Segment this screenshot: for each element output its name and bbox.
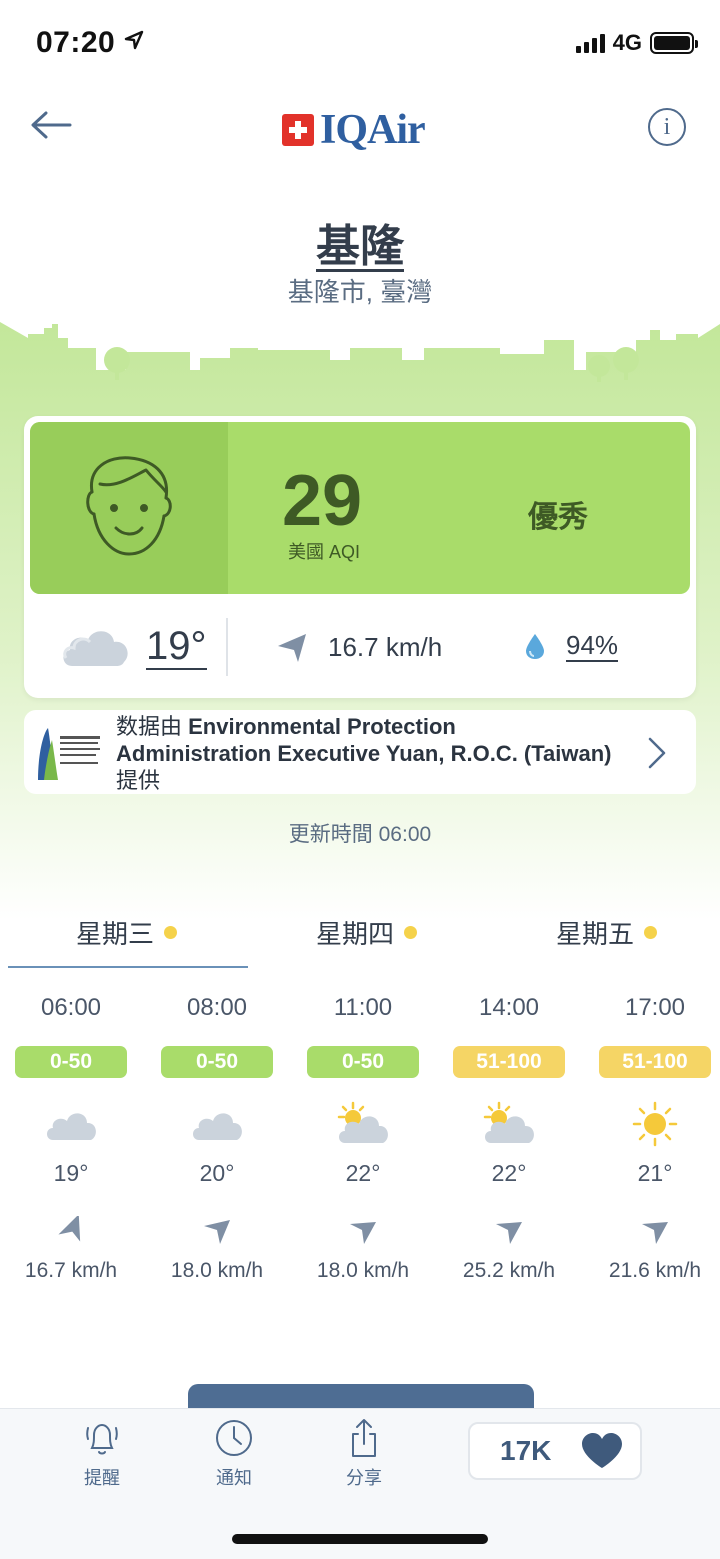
weather-divider	[226, 618, 228, 676]
aqi-range-badge: 51-100	[453, 1046, 565, 1078]
aqi-unit: 美國 AQI	[288, 542, 361, 562]
network-label: 4G	[612, 30, 642, 55]
city-title[interactable]: 基隆	[0, 210, 720, 274]
info-icon[interactable]: i	[648, 108, 686, 146]
cloud-icon	[43, 1098, 99, 1150]
hour-temp: 22°	[491, 1160, 527, 1186]
city-name[interactable]: 基隆	[316, 222, 404, 271]
aqi-dot	[404, 926, 418, 939]
hour-wind: 18.0 km/h	[170, 1259, 264, 1282]
cloud-icon	[189, 1098, 245, 1150]
current-humidity[interactable]: 94%	[566, 632, 619, 662]
hourly-item: 06:00 0-50 19° 16.7 km/h	[0, 994, 144, 1283]
sun-icon	[632, 1098, 678, 1150]
hour-wind: 16.7 km/h	[24, 1259, 118, 1282]
hour-temp: 19°	[53, 1160, 89, 1186]
hourly-item: 08:00 0-50 20° 18.0 km/h	[144, 994, 290, 1283]
notify-label: 通知	[216, 1468, 252, 1488]
share-label: 分享	[346, 1468, 382, 1488]
hour-time: 08:00	[186, 994, 248, 1021]
share-button[interactable]: 分享	[324, 1418, 404, 1490]
wind-direction-icon	[494, 1211, 524, 1251]
swiss-cross-icon	[282, 114, 314, 146]
hourly-item: 11:00 0-50 22° 18.0 km/h	[290, 994, 436, 1283]
hour-wind: 21.6 km/h	[608, 1259, 702, 1282]
signal-icon	[575, 33, 605, 53]
wind-direction-icon	[276, 632, 308, 669]
alert-button[interactable]: 提醒	[62, 1418, 142, 1490]
clock-icon	[216, 1420, 252, 1456]
data-source-text: 数据由 Environmental Protection Administrat…	[116, 713, 616, 794]
aqi-level: 優秀	[528, 501, 588, 534]
bell-icon	[86, 1423, 118, 1455]
partly-cloudy-icon	[479, 1098, 539, 1150]
share-icon	[352, 1419, 376, 1457]
tab-label: 星期四	[316, 919, 395, 949]
updated-time: 更新時間 06:00	[288, 823, 432, 846]
tab-friday[interactable]: 星期五	[556, 914, 658, 951]
hour-time: 06:00	[40, 994, 102, 1021]
partly-cloudy-icon	[333, 1098, 393, 1150]
alert-label: 提醒	[84, 1468, 120, 1488]
favorite-count: 17K	[500, 1435, 552, 1466]
wind-direction-icon	[640, 1211, 670, 1251]
aqi-range-badge: 0-50	[15, 1046, 127, 1078]
logo-text: IQAir	[320, 107, 426, 153]
aqi-range-badge: 0-50	[161, 1046, 273, 1078]
back-arrow-icon[interactable]	[30, 110, 72, 145]
chevron-right-icon[interactable]	[646, 736, 668, 775]
home-indicator	[232, 1534, 488, 1544]
notify-button[interactable]: 通知	[194, 1418, 274, 1490]
hour-temp: 20°	[199, 1160, 235, 1186]
current-temperature[interactable]: 19°	[146, 626, 207, 670]
hour-time: 14:00	[478, 994, 540, 1021]
hourly-item: 14:00 51-100 22° 25.2 km/h	[436, 994, 582, 1283]
wind-direction-icon	[348, 1211, 378, 1251]
aqi-dot	[644, 926, 658, 939]
hour-wind: 25.2 km/h	[462, 1259, 556, 1282]
cloud-icon	[58, 620, 132, 675]
battery-icon	[650, 32, 698, 54]
tab-label: 星期三	[76, 919, 155, 949]
aqi-range-badge: 0-50	[307, 1046, 419, 1078]
location-arrow-icon	[124, 30, 144, 55]
aqi-range-badge: 51-100	[599, 1046, 711, 1078]
epa-logo	[34, 722, 102, 784]
hourly-item: 17:00 51-100 21° 21.6 km/h	[582, 994, 720, 1283]
favorite-button[interactable]: 17K	[468, 1422, 642, 1480]
tab-wednesday[interactable]: 星期三	[76, 914, 178, 951]
current-wind: 16.7 km/h	[328, 632, 443, 662]
status-time: 07:20	[36, 26, 116, 59]
active-tab-indicator	[8, 966, 248, 968]
tab-label: 星期五	[556, 919, 635, 949]
aqi-dot	[164, 926, 178, 939]
hour-time: 11:00	[333, 994, 393, 1021]
aqi-value: 29	[282, 461, 363, 541]
humidity-drop-icon	[524, 632, 546, 665]
hour-time: 17:00	[624, 994, 686, 1021]
face-icon	[30, 422, 228, 594]
hour-temp: 22°	[345, 1160, 381, 1186]
source-suffix: 提供	[116, 768, 161, 793]
source-name: Environmental Protection Administration …	[116, 714, 612, 766]
hour-wind: 18.0 km/h	[316, 1259, 410, 1282]
wind-direction-icon	[56, 1211, 86, 1251]
source-prefix: 数据由	[116, 714, 189, 739]
hour-temp: 21°	[637, 1160, 673, 1186]
tab-thursday[interactable]: 星期四	[316, 914, 418, 951]
heart-icon	[582, 1433, 622, 1468]
wind-direction-icon	[202, 1211, 232, 1251]
iqair-logo: IQAir	[282, 106, 426, 154]
status-indicators: 4G	[575, 30, 698, 56]
